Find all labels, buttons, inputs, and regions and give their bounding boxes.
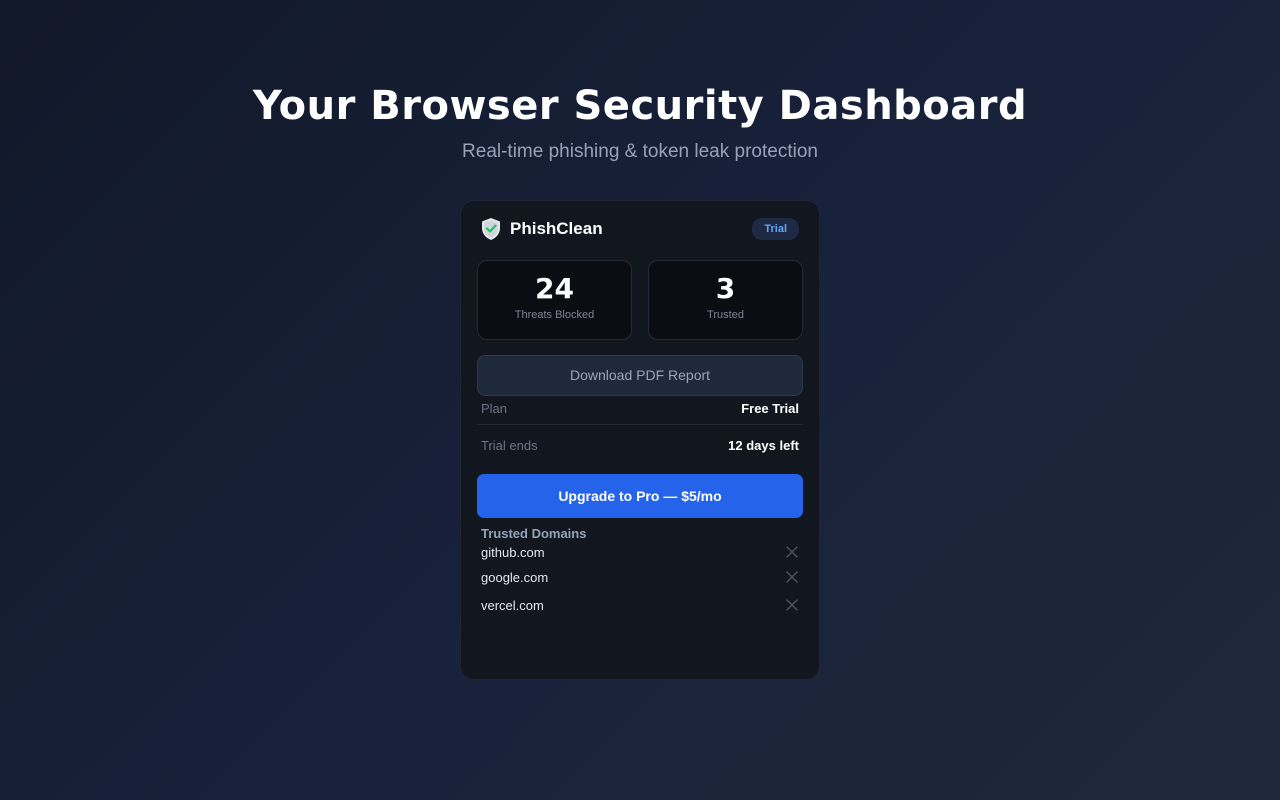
plan-row: Plan Free Trial — [477, 396, 803, 420]
close-icon[interactable] — [785, 598, 799, 612]
stat-label: Trusted — [707, 309, 744, 321]
list-item: github.com — [477, 541, 803, 563]
shield-check-icon — [481, 217, 501, 241]
close-icon[interactable] — [785, 545, 799, 559]
stat-threats-blocked: 24 Threats Blocked — [477, 260, 632, 340]
brand: PhishClean — [481, 217, 603, 241]
page-title: Your Browser Security Dashboard — [252, 83, 1028, 129]
trial-ends-row: Trial ends 12 days left — [477, 433, 803, 457]
trial-ends-label: Trial ends — [481, 437, 538, 453]
list-item: vercel.com — [477, 591, 803, 619]
close-icon[interactable] — [785, 570, 799, 584]
download-pdf-button[interactable]: Download PDF Report — [477, 355, 803, 396]
stat-value: 3 — [715, 272, 736, 305]
stat-label: Threats Blocked — [514, 309, 595, 321]
upgrade-button[interactable]: Upgrade to Pro — $5/mo — [477, 474, 803, 518]
card-header: PhishClean Trial — [477, 201, 803, 257]
domain-name: github.com — [481, 544, 545, 560]
list-item: google.com — [477, 563, 803, 591]
hero: Your Browser Security Dashboard Real-tim… — [0, 80, 1280, 164]
page-subtitle: Real-time phishing & token leak protecti… — [462, 141, 818, 162]
stats: 24 Threats Blocked 3 Trusted — [477, 260, 803, 340]
plan-label: Plan — [481, 400, 508, 416]
plan-value: Free Trial — [741, 400, 799, 416]
status-badge: Trial — [752, 218, 799, 240]
extension-card: PhishClean Trial 24 Threats Blocked 3 Tr… — [460, 200, 820, 680]
brand-name: PhishClean — [510, 219, 603, 238]
stat-trusted: 3 Trusted — [648, 260, 803, 340]
trusted-domains-title: Trusted Domains — [481, 526, 587, 541]
divider — [477, 424, 803, 425]
trusted-domains-list: github.com google.com vercel.com — [477, 541, 803, 619]
trial-ends-value: 12 days left — [728, 437, 799, 453]
domain-name: google.com — [481, 569, 549, 585]
domain-name: vercel.com — [481, 597, 544, 613]
stat-value: 24 — [535, 272, 574, 305]
